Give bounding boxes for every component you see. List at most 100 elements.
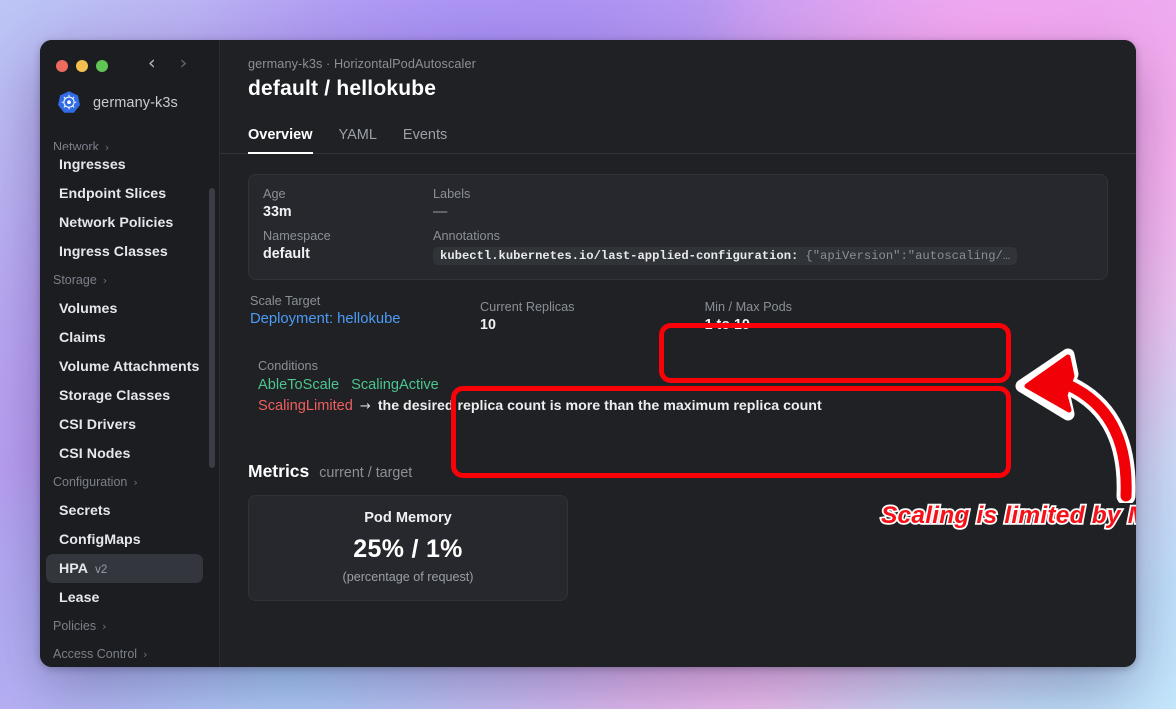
breadcrumb: germany-k3s · HorizontalPodAutoscaler — [248, 57, 476, 71]
metrics-subtitle: current / target — [319, 465, 413, 481]
sidebar-group-label: Access Control — [53, 647, 138, 661]
annotations-field: Annotations kubectl.kubernetes.io/last-a… — [433, 229, 1093, 265]
chevron-right-icon: › — [104, 140, 110, 151]
forward-arrow-icon[interactable]: › — [180, 54, 188, 73]
condition-scalingactive: ScalingActive — [351, 377, 439, 393]
sidebar-group-configuration[interactable]: Configuration › — [40, 468, 209, 496]
sidebar-group-label: Configuration — [53, 475, 128, 489]
kubernetes-logo-icon — [56, 90, 82, 116]
sidebar-item-label: Volume Attachments — [59, 358, 200, 375]
sidebar-item-label: Volumes — [59, 300, 118, 317]
sidebar-item-csi-nodes[interactable]: CSI Nodes — [46, 439, 203, 468]
namespace-value: default — [263, 246, 310, 262]
sidebar-item-label: Ingress Classes — [59, 243, 168, 260]
sidebar-item-ingress-classes[interactable]: Ingress Classes — [46, 237, 203, 266]
min-max-pods-field: Min / Max Pods 1 to 10 — [705, 300, 792, 333]
condition-message: the desired replica count is more than t… — [377, 398, 822, 414]
annotation-value: {"apiVersion":"autoscaling/… — [805, 249, 1011, 263]
minimize-window-button[interactable] — [76, 59, 88, 72]
metric-name: Pod Memory — [364, 510, 452, 526]
back-arrow-icon[interactable]: ‹ — [148, 54, 156, 73]
tab-yaml[interactable]: YAML — [339, 127, 377, 154]
close-window-button[interactable] — [56, 59, 68, 72]
age-field: Age 33m — [263, 187, 433, 220]
sidebar-item-label: ConfigMaps — [59, 531, 141, 548]
sidebar-item-ingresses[interactable]: Ingresses — [46, 150, 203, 179]
age-value: 33m — [263, 204, 292, 220]
sidebar-item-volumes[interactable]: Volumes — [46, 294, 203, 323]
sidebar-item-list: Ingresses Endpoint Slices Network Policies… — [40, 150, 209, 667]
current-replicas-value: 10 — [480, 317, 496, 333]
tab-events[interactable]: Events — [403, 127, 447, 154]
scale-target-field: Scale Target Deployment: hellokube — [248, 294, 460, 341]
namespace-field: Namespace default — [263, 229, 433, 265]
namespace-label: Namespace — [263, 229, 331, 243]
metric-note: (percentage of request) — [342, 570, 474, 584]
arrow-right-icon: → — [359, 399, 371, 414]
annotations-label: Annotations — [433, 229, 501, 243]
sidebar-item-label: Lease — [59, 589, 100, 606]
app-window: ‹ › germany-k3s Network › Ingresses Endp… — [40, 40, 1136, 667]
metrics-header: Metrics current / target — [248, 461, 1108, 482]
conditions-ok-list: AbleToScale ScalingActive — [258, 377, 790, 393]
scale-target-label: Scale Target — [250, 294, 321, 308]
sidebar-group-storage[interactable]: Storage › — [40, 266, 209, 294]
sidebar-group-policies[interactable]: Policies › — [40, 612, 209, 640]
conditions-section: Conditions AbleToScale ScalingActive Sca… — [248, 349, 822, 426]
metadata-card: Age 33m Labels — Namespace default Annot… — [248, 174, 1108, 280]
current-replicas-label: Current Replicas — [480, 300, 575, 314]
page-title: default / hellokube — [248, 77, 437, 100]
sidebar-item-label: CSI Drivers — [59, 416, 137, 433]
sidebar-scrollbar[interactable] — [209, 188, 215, 468]
age-label: Age — [263, 187, 286, 201]
annotation-chip[interactable]: kubectl.kubernetes.io/last-applied-confi… — [433, 247, 1018, 265]
sidebar-item-lease[interactable]: Lease — [46, 583, 203, 612]
main-panel: germany-k3s · HorizontalPodAutoscaler de… — [220, 40, 1136, 667]
sidebar-item-label: Ingresses — [59, 156, 126, 173]
tab-bar: Overview YAML Events — [220, 107, 1136, 154]
maximize-window-button[interactable] — [96, 59, 108, 72]
replica-summary: Current Replicas 10 Min / Max Pods 1 to … — [460, 294, 806, 341]
labels-label: Labels — [433, 187, 471, 201]
condition-abletoscale: AbleToScale — [258, 377, 340, 393]
condition-scalinglimited-row: ScalingLimited → the desired replica cou… — [258, 398, 822, 414]
sidebar-item-label: Claims — [59, 329, 106, 346]
sidebar-item-label: Storage Classes — [59, 387, 171, 404]
chevron-right-icon: › — [102, 273, 108, 287]
sidebar-item-csi-drivers[interactable]: CSI Drivers — [46, 410, 203, 439]
navigation-arrows: ‹ › — [148, 54, 187, 73]
chevron-right-icon: › — [143, 647, 148, 661]
chevron-right-icon: › — [102, 619, 107, 633]
sidebar-item-network-policies[interactable]: Network Policies — [46, 208, 203, 237]
sidebar-item-label: Secrets — [59, 502, 111, 519]
sidebar-item-label: CSI Nodes — [59, 445, 131, 462]
sidebar-item-secrets[interactable]: Secrets — [46, 496, 203, 525]
current-replicas-field: Current Replicas 10 — [480, 300, 705, 333]
scale-target-link[interactable]: Deployment: hellokube — [250, 311, 460, 327]
annotation-key: kubectl.kubernetes.io/last-applied-confi… — [440, 249, 799, 263]
metric-card-pod-memory: Pod Memory 25% / 1% (percentage of reque… — [248, 495, 568, 601]
cluster-selector[interactable]: germany-k3s — [40, 76, 219, 126]
chevron-right-icon: › — [133, 475, 138, 489]
tab-overview[interactable]: Overview — [248, 127, 313, 154]
metric-value: 25% / 1% — [353, 535, 463, 563]
overview-content: Age 33m Labels — Namespace default Annot… — [220, 154, 1136, 601]
sidebar-item-configmaps[interactable]: ConfigMaps — [46, 525, 203, 554]
condition-scalinglimited: ScalingLimited — [258, 398, 353, 414]
sidebar-item-label: Network Policies — [59, 214, 174, 231]
sidebar-group-network[interactable]: Network › — [40, 140, 209, 150]
sidebar-group-partial-top: Network › — [40, 140, 209, 150]
sidebar-item-label: HPA — [59, 560, 89, 577]
sidebar-item-version: v2 — [95, 563, 108, 576]
sidebar-group-access-control[interactable]: Access Control › — [40, 640, 209, 667]
cluster-name-label: germany-k3s — [93, 95, 178, 111]
scale-summary-row: Scale Target Deployment: hellokube Curre… — [248, 294, 1108, 341]
sidebar-item-claims[interactable]: Claims — [46, 323, 203, 352]
sidebar-item-storage-classes[interactable]: Storage Classes — [46, 381, 203, 410]
conditions-label: Conditions — [258, 359, 318, 373]
window-traffic-lights — [40, 40, 219, 76]
sidebar-item-volume-attachments[interactable]: Volume Attachments — [46, 352, 203, 381]
sidebar-item-hpa[interactable]: HPA v2 — [46, 554, 203, 583]
metrics-title: Metrics — [248, 461, 310, 481]
sidebar-item-endpoint-slices[interactable]: Endpoint Slices — [46, 179, 203, 208]
